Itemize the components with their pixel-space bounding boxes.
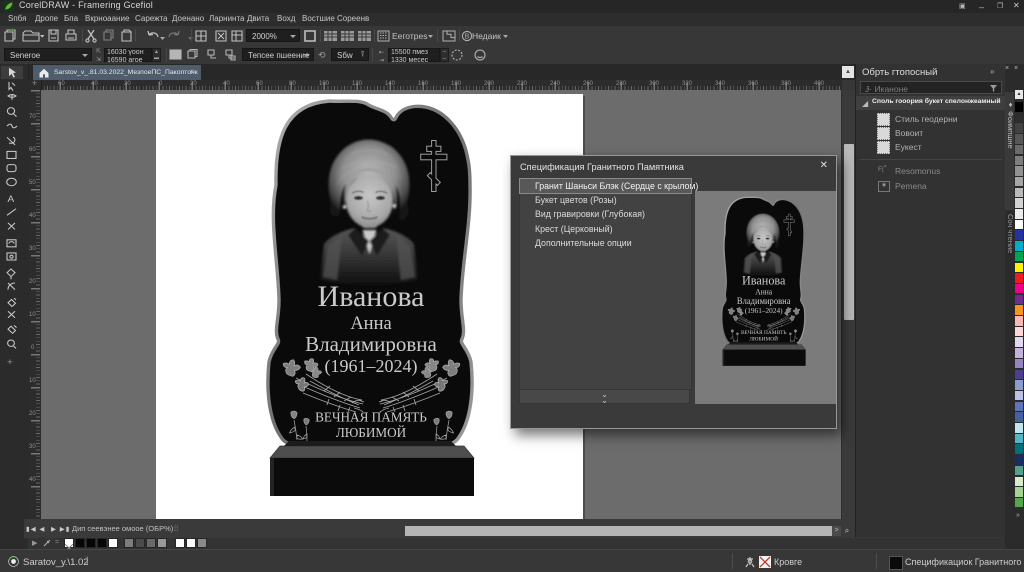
svg-text:⟲: ⟲ xyxy=(318,50,326,60)
svg-text:⇱: ⇱ xyxy=(96,48,101,55)
svg-text:+: + xyxy=(7,357,13,368)
svg-text:⇲: ⇲ xyxy=(96,56,101,63)
svg-text:Недаик: Недаик xyxy=(472,31,501,41)
svg-text:A: A xyxy=(7,194,14,205)
svg-text:⇤: ⇤ xyxy=(379,50,384,56)
svg-text:Ееготреs: Ееготреs xyxy=(392,31,427,41)
svg-text:B: B xyxy=(465,34,470,41)
